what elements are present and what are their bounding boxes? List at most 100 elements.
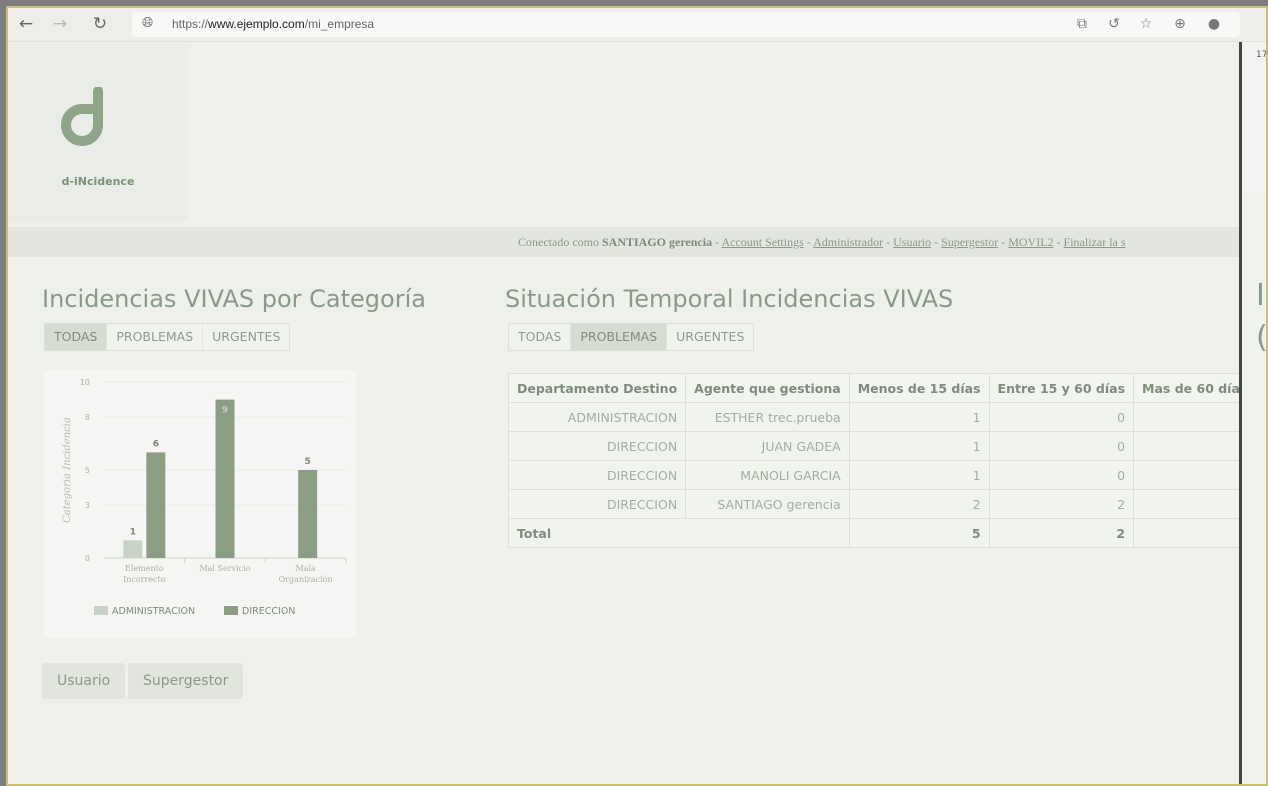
logo-text: d-iNcidence (61, 175, 135, 188)
x-tick-label: Organización (279, 575, 333, 584)
bar-administracion (123, 540, 143, 558)
column-header[interactable]: Entre 15 y 60 días (988, 373, 1135, 403)
table-total-row: Total520 (508, 518, 1266, 548)
link-account-settings[interactable]: Account Settings (721, 235, 803, 249)
side-window-number: 17 (1256, 50, 1268, 60)
back-icon[interactable]: ← (16, 14, 36, 34)
profile-icon[interactable]: ● (1204, 14, 1224, 34)
page-content: d-iNcidence Conectado como SANTIAGO gere… (8, 43, 1266, 784)
data-label: 5 (305, 457, 311, 467)
table-row[interactable]: ADMINISTRACIONESTHER trec.prueba100 (507, 402, 1266, 432)
favorites-icon[interactable]: ☆ (1136, 14, 1156, 34)
tab-problemas[interactable]: PROBLEMAS (107, 324, 204, 350)
forward-icon[interactable]: → (50, 14, 70, 34)
chart-card: 0 3 5 8 10 Categoria Incidencia Elemento Incorr… (44, 370, 356, 638)
table-cell: DIRECCION (507, 431, 687, 461)
table-row[interactable]: DIRECCIONMANOLI GARCIA100 (507, 460, 1266, 490)
tab-urgentes[interactable]: URGENTES (667, 324, 753, 350)
tab-todas[interactable]: TODAS (45, 324, 108, 350)
table-cell: 2 (988, 489, 1135, 519)
column-header[interactable]: Agente que gestiona (685, 373, 850, 403)
time-situation-table: Departamento Destino Agente que gestiona… (507, 373, 1266, 548)
table-cell: 2 (848, 489, 990, 519)
logo-icon (61, 87, 103, 146)
legend-label: DIRECCION (242, 606, 295, 617)
total-cell: 2 (988, 518, 1135, 548)
table-cell: 0 (988, 431, 1135, 461)
table-cell: 1 (848, 460, 990, 490)
usuario-button[interactable]: Usuario (42, 663, 126, 699)
y-tick-label: 10 (80, 378, 90, 387)
tab-urgentes[interactable]: URGENTES (203, 324, 289, 350)
legend-label: ADMINISTRACION (112, 606, 195, 617)
translate-icon[interactable]: ⧉ (1072, 14, 1092, 34)
legend-swatch (224, 606, 238, 615)
user-bar-text: Conectado como SANTIAGO gerencia - Accou… (518, 235, 1126, 249)
total-cell: 0 (1133, 518, 1257, 548)
table-cell: DIRECCION (507, 489, 687, 519)
y-axis-label: Categoria Incidencia (62, 417, 73, 523)
left-section-title: Incidencias VIVAS por Categoría (42, 285, 426, 313)
browser-window: ← → ↻ 🌐︎ https://www.ejemplo.com/mi_empr… (6, 6, 1268, 786)
bar-direccion (215, 399, 235, 558)
tab-problemas[interactable]: PROBLEMAS (571, 324, 668, 350)
collections-icon[interactable]: ⊕ (1170, 14, 1190, 34)
y-tick-label: 5 (85, 466, 90, 475)
table-row[interactable]: DIRECCIONJUAN GADEA100 (507, 431, 1266, 461)
table-cell: 1 (848, 402, 990, 432)
table-cell: 1 (848, 431, 990, 461)
table-cell: ESTHER trec.prueba (685, 402, 850, 432)
link-supergestor[interactable]: Supergestor (941, 235, 998, 249)
column-header[interactable]: Departamento Destino (507, 373, 687, 403)
x-tick-label: Mal Servicio (199, 564, 250, 573)
total-cell: 5 (848, 518, 990, 548)
side-window-subtitle: ( (1256, 320, 1268, 355)
y-tick-label: 8 (85, 413, 90, 422)
globe-icon: 🌐︎ (142, 15, 154, 31)
column-header[interactable]: Menos de 15 días (848, 373, 990, 403)
table-cell: DIRECCION (507, 460, 687, 490)
data-label: 6 (153, 439, 159, 449)
legend-swatch (94, 606, 108, 615)
reload-extension-icon[interactable]: ↺ (1104, 14, 1124, 34)
table-cell: 0 (988, 460, 1135, 490)
bar-direccion (146, 452, 166, 558)
table-cell: JUAN GADEA (685, 431, 850, 461)
link-usuario[interactable]: Usuario (893, 235, 931, 249)
bar-chart: 0 3 5 8 10 Categoria Incidencia Elemento Incorr… (62, 378, 347, 617)
table-cell: SANTIAGO gerencia (685, 489, 850, 519)
y-tick-label: 0 (85, 554, 90, 563)
right-section-title: Situación Temporal Incidencias VIVAS (505, 285, 954, 313)
table-cell: ADMINISTRACION (507, 402, 687, 432)
table-cell: MANOLI GARCIA (685, 460, 850, 490)
table-cell: 0 (1133, 460, 1257, 490)
bar-direccion (298, 470, 318, 558)
user-name: SANTIAGO gerencia (601, 235, 713, 249)
refresh-icon[interactable]: ↻ (90, 14, 110, 34)
supergestor-button[interactable]: Supergestor (128, 663, 244, 699)
table-cell: 0 (1133, 431, 1257, 461)
link-administrador[interactable]: Administrador (813, 235, 883, 249)
side-window-title: I (1256, 278, 1265, 313)
table-cell: 0 (988, 402, 1135, 432)
side-window-header: 17 (1242, 42, 1268, 192)
x-tick-label: Incorrecto (123, 575, 166, 584)
column-header[interactable]: Mas de 60 días (1133, 373, 1257, 403)
link-finalizar-sesion[interactable]: Finalizar la s (1064, 235, 1126, 249)
data-label: 9 (222, 406, 228, 416)
logo[interactable]: d-iNcidence (8, 47, 188, 221)
table-cell: 0 (1133, 489, 1257, 519)
table-cell: 0 (1133, 402, 1257, 432)
data-label: 1 (130, 527, 136, 537)
link-movil2[interactable]: MOVIL2 (1008, 235, 1053, 249)
left-tabs: TODAS PROBLEMAS URGENTES (44, 323, 291, 351)
user-bar: Conectado como SANTIAGO gerencia - Accou… (8, 227, 1266, 257)
tab-todas[interactable]: TODAS (509, 324, 572, 350)
right-tabs: TODAS PROBLEMAS URGENTES (508, 323, 755, 351)
y-tick-label: 3 (85, 501, 90, 510)
overlapping-window: 17 I ( (1239, 42, 1268, 784)
browser-toolbar: ← → ↻ 🌐︎ https://www.ejemplo.com/mi_empr… (8, 8, 1266, 42)
table-row[interactable]: DIRECCIONSANTIAGO gerencia220 (507, 489, 1266, 519)
total-label: Total (508, 518, 850, 548)
x-tick-label: Elemento (125, 564, 164, 573)
